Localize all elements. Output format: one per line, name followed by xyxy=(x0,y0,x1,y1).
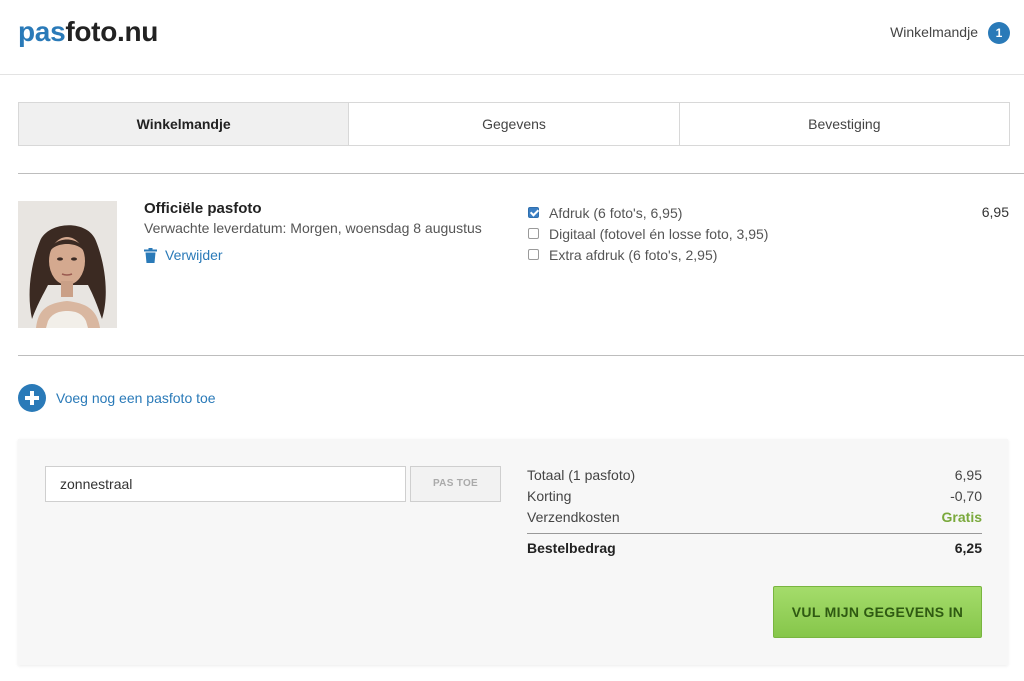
remove-button[interactable]: Verwijder xyxy=(144,245,223,265)
divider xyxy=(18,173,1024,174)
divider xyxy=(18,355,1024,356)
order-total-row: Bestelbedrag 6,25 xyxy=(527,538,982,559)
option-checkbox-checked[interactable] xyxy=(528,207,539,218)
option-label: Extra afdruk (6 foto's, 2,95) xyxy=(549,246,718,263)
shipping-value: Gratis xyxy=(941,509,982,525)
cart-count-badge[interactable]: 1 xyxy=(988,22,1010,44)
checkout-steps: Winkelmandje Gegevens Bevestiging xyxy=(18,102,1010,146)
product-price: 6,95 xyxy=(981,204,1009,220)
trash-icon xyxy=(144,247,157,263)
plus-circle-icon xyxy=(18,384,46,412)
apply-coupon-button[interactable]: PAS TOE xyxy=(410,466,501,502)
total-value: 6,95 xyxy=(954,467,982,483)
discount-label: Korting xyxy=(527,488,572,504)
cart-link[interactable]: Winkelmandje xyxy=(890,22,978,42)
discount-row: Korting -0,70 xyxy=(527,486,982,507)
site-header: pasfoto.nu Winkelmandje 1 xyxy=(0,0,1024,75)
site-logo[interactable]: pasfoto.nu xyxy=(18,14,158,50)
option-label: Afdruk (6 foto's, 6,95) xyxy=(549,204,683,221)
discount-value: -0,70 xyxy=(950,488,982,504)
option-digitaal[interactable]: Digitaal (fotovel én losse foto, 3,95) xyxy=(528,223,768,244)
passport-photo-thumbnail xyxy=(18,201,117,328)
option-extra-afdruk[interactable]: Extra afdruk (6 foto's, 2,95) xyxy=(528,244,768,265)
coupon-input[interactable] xyxy=(45,466,406,502)
order-total-label: Bestelbedrag xyxy=(527,540,616,556)
shipping-label: Verzendkosten xyxy=(527,509,620,525)
order-totals: Totaal (1 pasfoto) 6,95 Korting -0,70 Ve… xyxy=(527,465,982,559)
option-afdruk[interactable]: Afdruk (6 foto's, 6,95) xyxy=(528,202,768,223)
step-bevestiging[interactable]: Bevestiging xyxy=(680,103,1009,145)
option-checkbox[interactable] xyxy=(528,249,539,260)
option-label: Digitaal (fotovel én losse foto, 3,95) xyxy=(549,225,769,242)
shipping-row: Verzendkosten Gratis xyxy=(527,507,982,528)
add-photo-label: Voeg nog een pasfoto toe xyxy=(56,390,216,406)
option-checkbox[interactable] xyxy=(528,228,539,239)
order-summary-panel: PAS TOE Totaal (1 pasfoto) 6,95 Korting … xyxy=(18,439,1008,665)
continue-button[interactable]: VUL MIJN GEGEVENS IN xyxy=(773,586,982,638)
delivery-date: Verwachte leverdatum: Morgen, woensdag 8… xyxy=(144,220,482,236)
order-total-value: 6,25 xyxy=(954,540,982,556)
total-label: Totaal (1 pasfoto) xyxy=(527,467,636,483)
total-row: Totaal (1 pasfoto) 6,95 xyxy=(527,465,982,486)
remove-label: Verwijder xyxy=(165,247,223,263)
product-options: Afdruk (6 foto's, 6,95) Digitaal (fotove… xyxy=(528,202,768,265)
step-winkelmandje[interactable]: Winkelmandje xyxy=(19,103,350,145)
product-title: Officiële pasfoto xyxy=(144,200,262,217)
summary-divider xyxy=(527,533,982,534)
add-photo-button[interactable]: Voeg nog een pasfoto toe xyxy=(18,384,216,412)
step-gegevens[interactable]: Gegevens xyxy=(349,103,680,145)
